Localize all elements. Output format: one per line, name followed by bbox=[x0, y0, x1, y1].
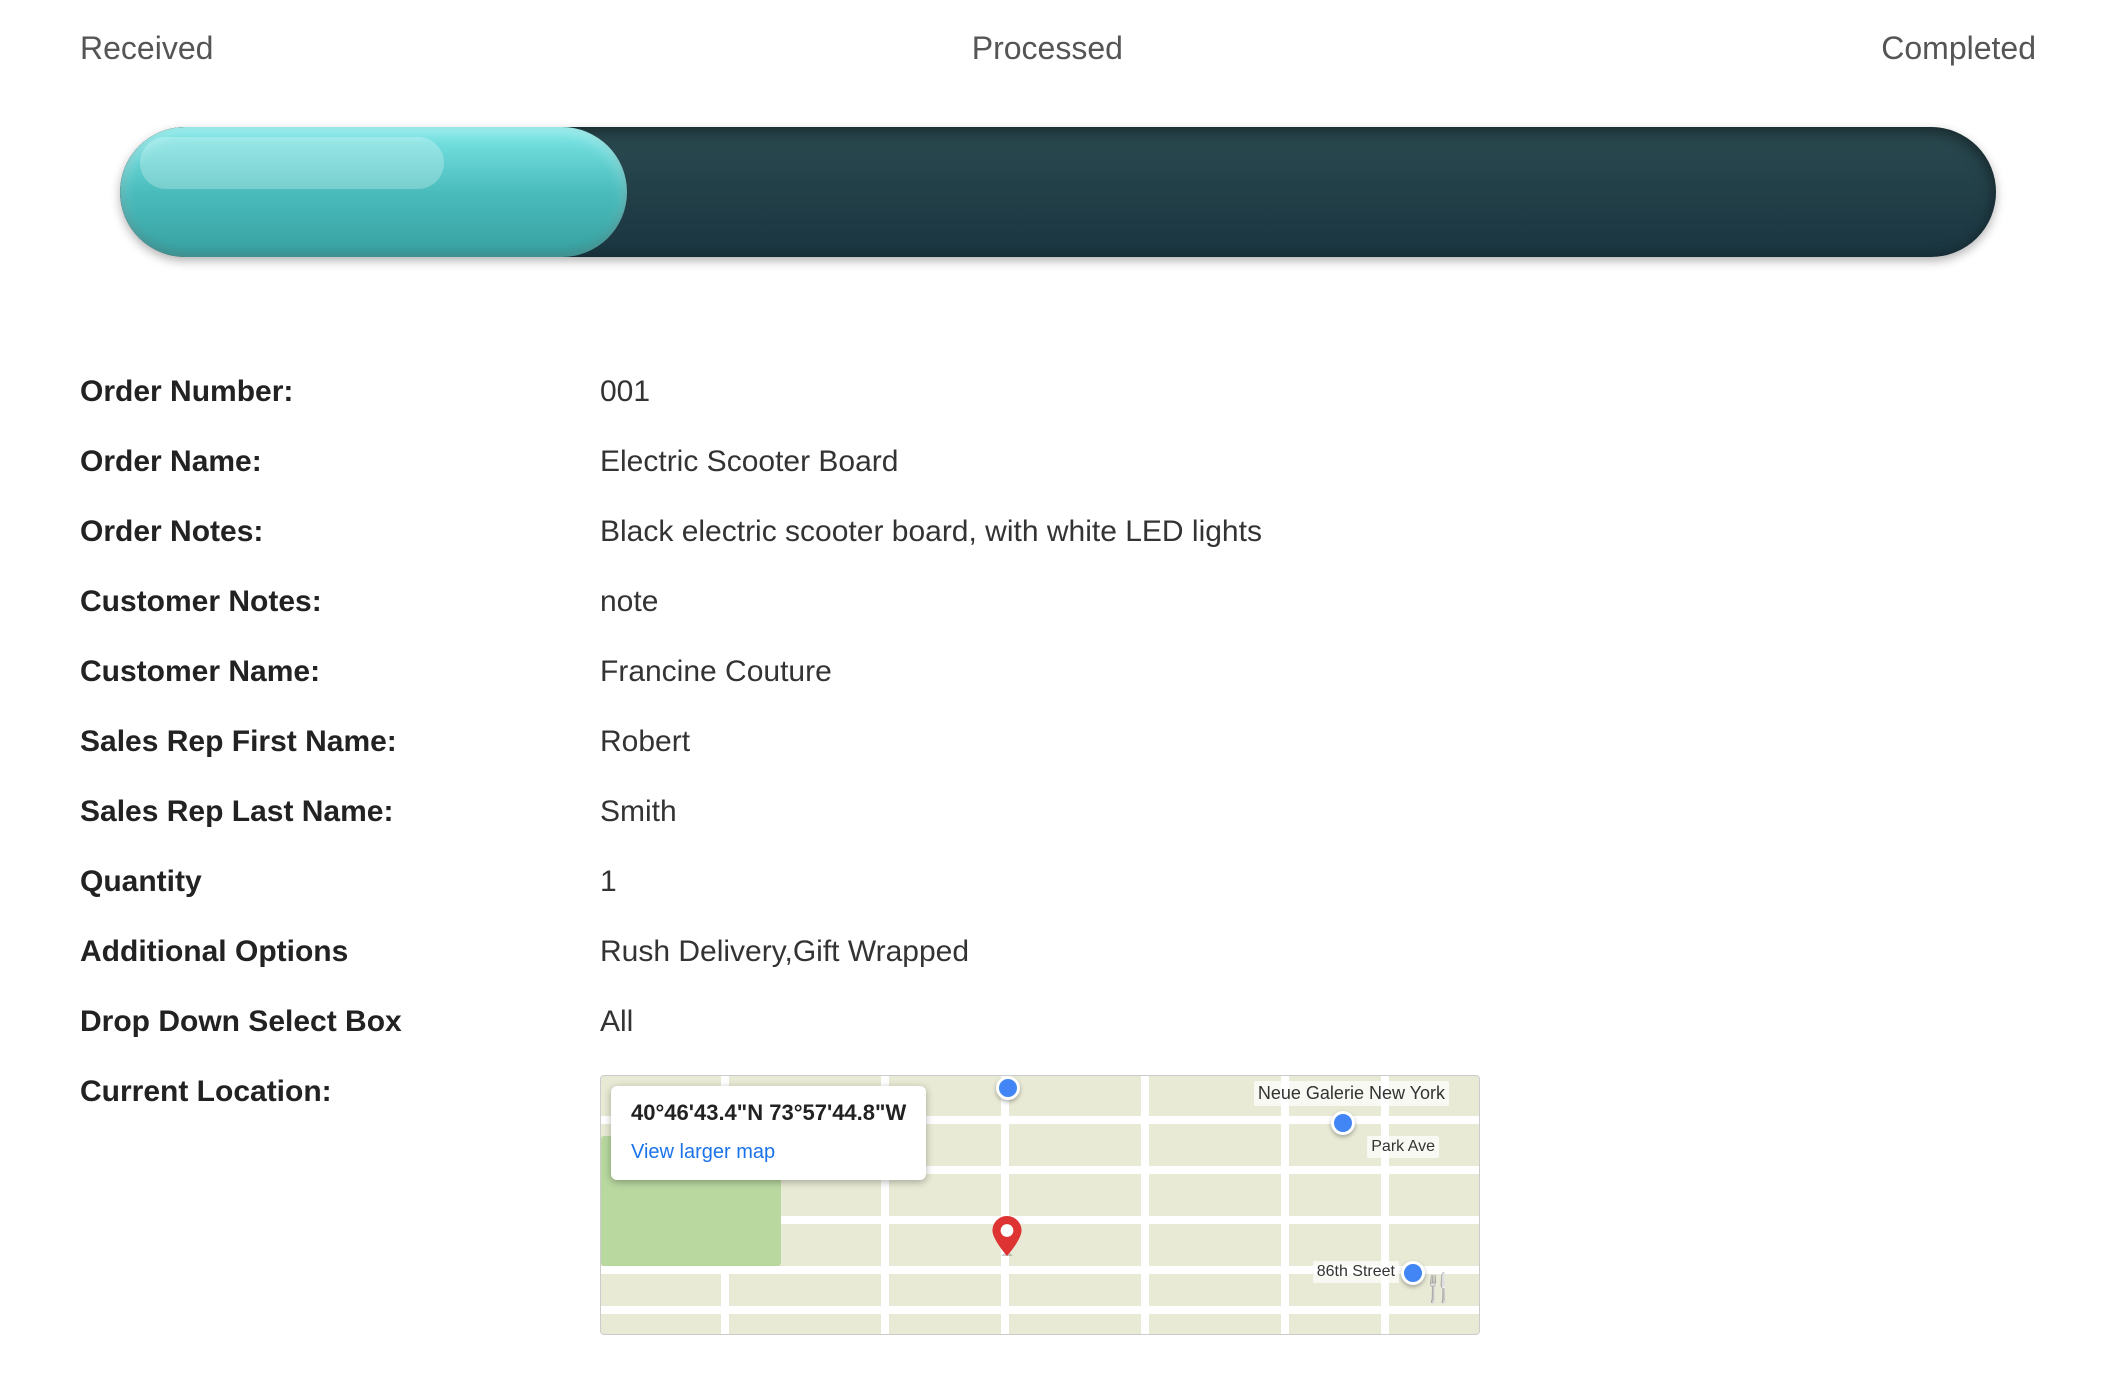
customer-notes-label: Customer Notes: bbox=[80, 585, 600, 619]
sales-rep-first-label: Sales Rep First Name: bbox=[80, 725, 600, 759]
location-row: Current Location: Neue Galeri bbox=[80, 1057, 2036, 1353]
quantity-row: Quantity 1 bbox=[80, 847, 2036, 917]
customer-notes-row: Customer Notes: note bbox=[80, 567, 2036, 637]
map-popup-coords: 40°46'43.4"N 73°57'44.8"W bbox=[631, 1100, 906, 1126]
order-name-value: Electric Scooter Board bbox=[600, 445, 898, 479]
order-notes-label: Order Notes: bbox=[80, 515, 600, 549]
quantity-label: Quantity bbox=[80, 865, 600, 899]
quantity-value: 1 bbox=[600, 865, 617, 899]
customer-name-value: Francine Couture bbox=[600, 655, 832, 689]
progress-container bbox=[0, 67, 2116, 337]
map-label-park: Park Ave bbox=[1367, 1136, 1439, 1158]
customer-name-row: Customer Name: Francine Couture bbox=[80, 637, 2036, 707]
dropdown-value: All bbox=[600, 1005, 633, 1039]
map-popup: 40°46'43.4"N 73°57'44.8"W View larger ma… bbox=[611, 1086, 926, 1180]
map-label-86th: 86th Street bbox=[1313, 1261, 1399, 1283]
order-notes-value: Black electric scooter board, with white… bbox=[600, 515, 1262, 549]
sales-rep-first-value: Robert bbox=[600, 725, 690, 759]
dropdown-row: Drop Down Select Box All bbox=[80, 987, 2036, 1057]
order-notes-row: Order Notes: Black electric scooter boar… bbox=[80, 497, 2036, 567]
additional-options-row: Additional Options Rush Delivery,Gift Wr… bbox=[80, 917, 2036, 987]
status-bar: Received Processed Completed bbox=[0, 0, 2116, 67]
map-marker-blue-right bbox=[1331, 1111, 1355, 1135]
customer-notes-value: note bbox=[600, 585, 658, 619]
map-popup-link[interactable]: View larger map bbox=[631, 1141, 775, 1163]
map-container: Neue Galerie New York 86th Street Park A… bbox=[600, 1075, 1480, 1335]
status-received: Received bbox=[80, 30, 213, 67]
dropdown-label: Drop Down Select Box bbox=[80, 1005, 600, 1039]
map-marker-blue-left bbox=[996, 1076, 1020, 1100]
progress-bar-outer bbox=[120, 127, 1996, 257]
map-label-galerie: Neue Galerie New York bbox=[1254, 1081, 1449, 1106]
order-number-label: Order Number: bbox=[80, 375, 600, 409]
sales-rep-last-row: Sales Rep Last Name: Smith bbox=[80, 777, 2036, 847]
order-name-label: Order Name: bbox=[80, 445, 600, 479]
customer-name-label: Customer Name: bbox=[80, 655, 600, 689]
map-marker-yellow: 🍴 bbox=[1421, 1271, 1456, 1304]
order-number-row: Order Number: 001 bbox=[80, 357, 2036, 427]
additional-options-label: Additional Options bbox=[80, 935, 600, 969]
sales-rep-last-label: Sales Rep Last Name: bbox=[80, 795, 600, 829]
status-processed: Processed bbox=[972, 30, 1123, 67]
progress-bar-fill bbox=[120, 127, 627, 257]
status-completed: Completed bbox=[1881, 30, 2036, 67]
additional-options-value: Rush Delivery,Gift Wrapped bbox=[600, 935, 969, 969]
sales-rep-last-value: Smith bbox=[600, 795, 677, 829]
order-number-value: 001 bbox=[600, 375, 650, 409]
map-pin-red bbox=[991, 1216, 1023, 1256]
location-label: Current Location: bbox=[80, 1075, 600, 1109]
order-details: Order Number: 001 Order Name: Electric S… bbox=[0, 337, 2116, 1373]
sales-rep-first-row: Sales Rep First Name: Robert bbox=[80, 707, 2036, 777]
order-name-row: Order Name: Electric Scooter Board bbox=[80, 427, 2036, 497]
